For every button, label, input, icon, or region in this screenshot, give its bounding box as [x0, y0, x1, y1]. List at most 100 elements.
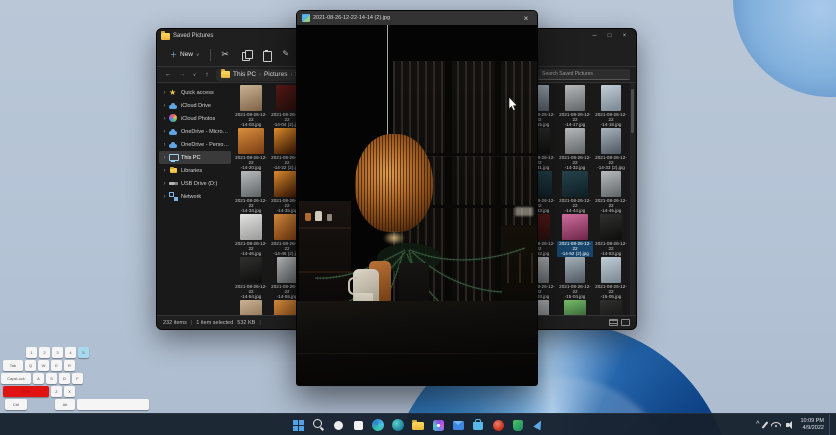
new-button[interactable]: ＋ New ∨: [165, 47, 204, 63]
search-taskbar-icon[interactable]: [310, 417, 327, 434]
sidebar-item-quick-access[interactable]: ›Quick access: [159, 86, 231, 99]
file-name: 2021-08-26-12-22-14-20.jpg: [233, 155, 269, 171]
pendant-lamp: [355, 134, 433, 232]
file-item[interactable]: 2021-08-26-12-22-15-06.jpg: [233, 300, 269, 315]
tray-chevron-icon[interactable]: ^: [756, 421, 759, 428]
file-name: 2021-08-26-12-22-15-04.jpg: [557, 284, 593, 300]
search-input[interactable]: [538, 69, 630, 80]
chevron-right-icon: ›: [161, 194, 168, 200]
volume-icon[interactable]: [786, 421, 795, 429]
media-taskbar-icon[interactable]: [490, 417, 507, 434]
file-item[interactable]: 2021-08-26-12-22-15-15.jpg: [557, 300, 593, 315]
system-tray: ^ 10:09 PM 4/9/2022: [756, 414, 832, 435]
file-thumbnail: [565, 128, 585, 154]
sidebar-item-onedrive-personal[interactable]: ›OneDrive - Personal: [159, 138, 231, 151]
explorer-taskbar-icon[interactable]: [410, 417, 427, 434]
copy-icon[interactable]: [241, 48, 253, 61]
file-item[interactable]: 2021-08-26-12-22-14-53.jpg: [593, 214, 628, 257]
file-name: 2021-08-26-12-22-15-05.jpg: [593, 284, 628, 300]
photos-taskbar-icon[interactable]: [430, 417, 447, 434]
file-item[interactable]: 2021-08-26-12-22-14-34.jpg: [233, 171, 269, 214]
sidebar-item-libraries[interactable]: ›Libraries: [159, 164, 231, 177]
scrollbar-thumb[interactable]: [631, 89, 634, 133]
file-thumbnail: [240, 214, 262, 240]
key-e: E: [51, 360, 62, 371]
sidebar-item-network[interactable]: ›Network: [159, 190, 231, 203]
close-button[interactable]: ×: [617, 29, 632, 43]
window-title: Saved Pictures: [173, 33, 213, 39]
close-icon[interactable]: ×: [520, 14, 532, 23]
file-name: 2021-08-26-12-22-14-32.jpg: [557, 155, 593, 171]
back-button[interactable]: ←: [163, 71, 173, 78]
maximize-button[interactable]: □: [602, 29, 617, 43]
wallpaper-bloom-top: [733, 0, 836, 97]
taskview-taskbar-icon[interactable]: [330, 417, 347, 434]
file-item[interactable]: 2021-08-26-12-22-14-54.jpg: [233, 257, 269, 300]
file-item[interactable]: 2021-08-26-12-22-14-46.jpg: [233, 214, 269, 257]
mail-taskbar-icon[interactable]: [450, 417, 467, 434]
recent-locations-button[interactable]: ∨: [191, 72, 198, 78]
breadcrumb-separator: ›: [259, 72, 261, 78]
forward-button[interactable]: →: [177, 71, 187, 78]
sidebar-item-icloud-drive[interactable]: ›iCloud Drive: [159, 99, 231, 112]
key-ctrl: Ctrl: [5, 399, 27, 410]
chevron-right-icon: ›: [161, 181, 168, 187]
file-thumbnail: [240, 257, 262, 283]
sidebar-item-this-pc[interactable]: ›This PC: [159, 151, 231, 164]
library-icon: [169, 166, 178, 175]
file-item[interactable]: 2021-08-26-12-22-14-45.jpg: [593, 171, 628, 214]
file-item[interactable]: 2021-08-26-12-22-15-04.jpg: [557, 257, 593, 300]
file-item[interactable]: 2021-08-26-12-22-14-33 (2).jpg: [593, 128, 628, 171]
sidebar-item-usb-drive-d-[interactable]: ›USB Drive (D:): [159, 177, 231, 190]
file-thumbnail: [601, 257, 621, 283]
file-item[interactable]: 2021-08-26-12-22-15-05.jpg: [593, 257, 628, 300]
file-item[interactable]: 2021-08-26-12-22-14-20.jpg: [233, 128, 269, 171]
sidebar-item-icloud-photos[interactable]: ›iCloud Photos: [159, 112, 231, 125]
chevron-right-icon: ›: [161, 155, 168, 161]
edge-taskbar-icon[interactable]: [370, 417, 387, 434]
file-item[interactable]: 2021-08-26-12-22-14-32.jpg: [557, 128, 593, 171]
key-tab: Tab: [3, 360, 23, 371]
cursor-taskbar-icon[interactable]: [530, 417, 547, 434]
file-item[interactable]: 2021-08-26-12-22-15-16.jpg: [593, 300, 628, 315]
thumbnail-view-button[interactable]: [621, 319, 630, 326]
file-thumbnail: [565, 85, 585, 111]
details-view-button[interactable]: [609, 319, 618, 326]
key-a: A: [33, 373, 44, 384]
breadcrumb-item[interactable]: This PC: [233, 71, 256, 78]
sidebar-item-onedrive-microsoft[interactable]: ›OneDrive - Microsoft: [159, 125, 231, 138]
file-thumbnail: [601, 85, 621, 111]
security-taskbar-icon[interactable]: [510, 417, 527, 434]
teams-taskbar-icon[interactable]: [390, 417, 407, 434]
folder-icon: [161, 33, 170, 40]
widgets-taskbar-icon[interactable]: [350, 417, 367, 434]
file-item[interactable]: 2021-08-26-12-22-14-03.jpg: [233, 85, 269, 128]
file-name: 2021-08-26-12-22-14-46.jpg: [233, 241, 269, 257]
file-item[interactable]: 2021-08-26-12-22-14-44.jpg: [557, 171, 593, 214]
start-button[interactable]: [290, 417, 307, 434]
key-3: 3: [52, 347, 63, 358]
up-button[interactable]: ↑: [202, 71, 212, 78]
cut-icon[interactable]: [221, 48, 233, 61]
file-name: 2021-08-26-12-22-14-34.jpg: [233, 198, 269, 214]
file-item[interactable]: 2021-08-26-12-22-14-17.jpg: [557, 85, 593, 128]
clock[interactable]: 10:09 PM 4/9/2022: [800, 418, 824, 431]
minimize-button[interactable]: ─: [587, 29, 602, 43]
file-item[interactable]: 2021-08-26-12-22-14-52 (2).jpg: [557, 214, 593, 257]
chevron-right-icon: ›: [161, 90, 168, 96]
vertical-scrollbar[interactable]: [630, 83, 635, 315]
store-taskbar-icon[interactable]: [470, 417, 487, 434]
breadcrumb-separator: ›: [290, 72, 292, 78]
show-desktop-button[interactable]: [829, 414, 832, 435]
toolbar-divider: [210, 49, 211, 61]
file-item[interactable]: 2021-08-26-12-22-14-18.jpg: [593, 85, 628, 128]
lamp-cord: [387, 25, 388, 137]
explorer-sidebar: ›Quick access›iCloud Drive›iCloud Photos…: [157, 83, 233, 315]
key-z: Z: [51, 386, 62, 397]
rename-icon[interactable]: [281, 48, 293, 61]
wifi-icon[interactable]: [771, 421, 781, 428]
breadcrumb-item[interactable]: Pictures: [264, 71, 287, 78]
pen-icon[interactable]: [762, 421, 769, 428]
paste-icon[interactable]: [261, 48, 273, 61]
item-count: 232 items: [163, 320, 187, 326]
